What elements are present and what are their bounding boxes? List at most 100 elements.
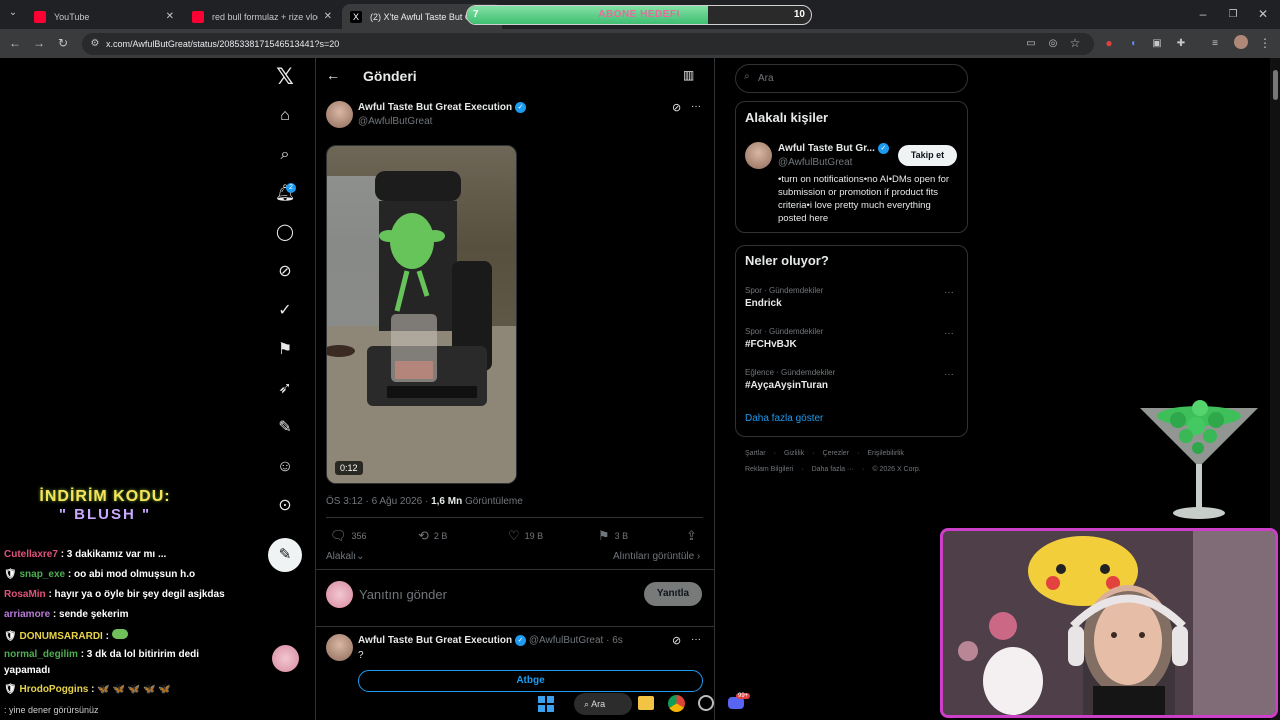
chrome-icon[interactable] <box>668 695 685 712</box>
person-bio: •turn on notifications•no AI•DMs open fo… <box>778 174 950 224</box>
obs-icon[interactable] <box>698 695 714 711</box>
site-info-icon[interactable]: ⚙ <box>86 29 104 58</box>
compose-button[interactable]: ✎ <box>268 538 302 572</box>
footer-link[interactable]: Şartlar <box>745 450 766 457</box>
reply-input[interactable]: Yanıtını gönder <box>359 587 447 602</box>
trend-item[interactable]: Eğlence · Gündemdekiler #AyçaAyşinTuran <box>745 368 835 391</box>
my-avatar <box>326 581 353 608</box>
footer-link[interactable]: Gizlilik <box>784 450 804 457</box>
trend-more-icon[interactable]: ··· <box>944 328 954 339</box>
tab-list-icon[interactable]: ⌄ <box>4 0 22 26</box>
close-icon[interactable]: ✕ <box>166 11 174 22</box>
view-quotes-link[interactable]: Alıntıları görüntüle › <box>613 551 700 562</box>
notes-icon[interactable]: ✎ <box>270 413 300 443</box>
verified-badge-icon: ✓ <box>515 635 527 646</box>
x-logo-icon[interactable]: 𝕏 <box>270 62 300 92</box>
trend-more-icon[interactable]: ··· <box>944 369 954 380</box>
footer-link[interactable]: Reklam Bilgileri <box>745 466 793 473</box>
profile-icon[interactable]: ☺ <box>270 452 300 482</box>
reply-action-button[interactable]: Atbge <box>358 670 703 692</box>
repost-action[interactable]: ⟲ 2 B <box>418 528 447 544</box>
repost-icon: ⟲ <box>418 528 429 543</box>
profile-avatar[interactable] <box>1234 35 1248 49</box>
post-video[interactable]: 0:12 <box>326 145 517 484</box>
bookmark-icon[interactable]: ⚑ <box>270 335 300 365</box>
share-action[interactable]: ⇪ <box>686 528 697 544</box>
extension-icon[interactable]: ◖ <box>1124 29 1142 58</box>
person-handle[interactable]: @AwfulButGreat <box>778 157 852 168</box>
butterfly-emote-icon: 🦋 🦋 🦋 🦋 🦋 <box>97 684 171 695</box>
maximize-icon[interactable]: ❐ <box>1224 0 1242 29</box>
author-handle[interactable]: @AwfulButGreat <box>358 116 432 127</box>
close-icon[interactable]: ✕ <box>324 11 332 22</box>
back-icon[interactable]: ← <box>6 29 24 58</box>
url-input[interactable]: x.com/AwfulButGreat/status/2085338171546… <box>82 33 1094 55</box>
chat-message: : yine dener görürsünüz <box>4 705 99 715</box>
more-options-icon[interactable]: ··· <box>691 634 701 645</box>
home-icon[interactable]: ⌂ <box>270 101 300 131</box>
youtube-icon <box>34 10 46 23</box>
reload-icon[interactable]: ↻ <box>54 29 72 58</box>
extension-icon[interactable]: ▣ <box>1148 29 1166 58</box>
extension-icon[interactable]: ● <box>1100 29 1118 58</box>
trend-item[interactable]: Spor · Gündemdekiler #FCHvBJK <box>745 327 823 350</box>
bell-icon[interactable]: 🔔︎ <box>270 179 300 209</box>
subscriber-goal-bar: 7 ABONE HEDEFI 10 <box>466 5 812 25</box>
related-dropdown[interactable]: Alakalı⌄ <box>326 551 364 562</box>
forward-icon[interactable]: → <box>30 29 48 58</box>
install-icon[interactable]: ▭ <box>1022 29 1040 58</box>
footer-link[interactable]: Erişilebilirlik <box>867 450 904 457</box>
goal-label: ABONE HEDEFI <box>598 9 680 20</box>
reader-icon[interactable]: ▥ <box>683 68 694 82</box>
bookmark-star-icon[interactable]: ☆ <box>1066 29 1084 58</box>
reply-author-avatar[interactable] <box>326 634 353 661</box>
eye-off-icon[interactable]: ◎ <box>1044 29 1062 58</box>
reply-author[interactable]: Awful Taste But Great Execution ✓ @AwfulB… <box>358 635 623 646</box>
follow-button[interactable]: Takip et <box>898 145 957 166</box>
person-name[interactable]: Awful Taste But Gr... ✓ <box>778 143 889 154</box>
trend-more-icon[interactable]: ··· <box>944 287 954 298</box>
footer-link[interactable]: Çerezler <box>823 450 849 457</box>
window-close-icon[interactable]: ✕ <box>1254 0 1272 29</box>
footer-link[interactable]: Daha fazla ··· <box>812 466 854 473</box>
grok-icon[interactable]: ⊘ <box>672 101 681 114</box>
x-logo-icon: X <box>350 10 362 23</box>
back-arrow-icon[interactable]: ← <box>326 67 340 83</box>
tab-youtube[interactable]: YouTube ✕ <box>26 4 182 29</box>
verified-badge-icon: ✓ <box>515 102 527 113</box>
search-icon[interactable]: ⌕ <box>270 140 300 170</box>
sidebar-icon[interactable]: ≡ <box>1206 29 1224 58</box>
youtube-icon <box>192 10 204 23</box>
chat-message: yapamadı <box>4 665 51 676</box>
discord-badge: 99+ <box>736 693 751 699</box>
more-options-icon[interactable]: ··· <box>691 101 701 112</box>
chat-message: normal_degilim : 3 dk da lol bitiririm d… <box>4 649 200 660</box>
grok-icon[interactable]: ⊘ <box>672 634 681 647</box>
reply-action[interactable]: 🗨︎ 356 <box>330 528 367 544</box>
tab-redbull[interactable]: red bull formulaz + rize vlog - Y ✕ <box>184 4 340 29</box>
footer-links: Şartlar · Gizlilik · Çerezler · Erişilebili… <box>745 450 904 457</box>
grok-icon[interactable]: ⊘ <box>270 257 300 287</box>
taskbar-search[interactable]: ⌕ Ara <box>574 693 632 715</box>
chat-message: 🛡 snap_exe : oo abi mod olmuşsun h.o <box>4 569 196 580</box>
menu-icon[interactable]: ⋮ <box>1256 29 1274 58</box>
search-input[interactable]: Ara <box>735 64 968 93</box>
extensions-puzzle-icon[interactable]: ✚ <box>1172 29 1190 58</box>
more-icon[interactable]: ⊙ <box>270 491 300 521</box>
person-avatar[interactable] <box>745 142 772 169</box>
windows-start-icon[interactable] <box>538 696 554 712</box>
bookmark-action[interactable]: ⚑ 3 B <box>598 528 628 544</box>
divider <box>326 517 703 518</box>
rocket-icon[interactable]: ➶ <box>270 374 300 404</box>
author-avatar[interactable] <box>326 101 353 128</box>
account-avatar[interactable] <box>272 645 299 672</box>
file-explorer-icon[interactable] <box>638 696 654 710</box>
messages-icon[interactable]: ◯ <box>270 218 300 248</box>
verified-icon[interactable]: ✓ <box>270 296 300 326</box>
author-name[interactable]: Awful Taste But Great Execution ✓ <box>358 102 527 113</box>
like-action[interactable]: ♡ 19 B <box>508 528 543 544</box>
minimize-icon[interactable]: – <box>1194 0 1212 29</box>
show-more-link[interactable]: Daha fazla göster <box>745 413 823 424</box>
trend-item[interactable]: Spor · Gündemdekiler Endrick <box>745 286 823 309</box>
reply-button[interactable]: Yanıtla <box>644 582 702 606</box>
